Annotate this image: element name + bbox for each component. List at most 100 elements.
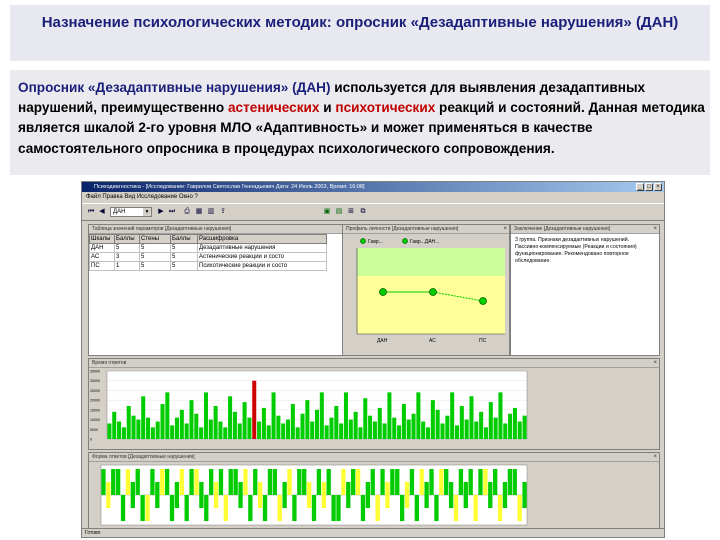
bar[interactable] <box>314 409 320 439</box>
answer-bar-yellow[interactable] <box>404 482 410 508</box>
answer-bar-yellow[interactable] <box>473 495 478 521</box>
bar[interactable] <box>112 411 117 439</box>
close-icon[interactable]: × <box>653 453 657 461</box>
answer-bar-yellow[interactable] <box>517 495 522 521</box>
prev-record-icon[interactable]: ◀ <box>97 207 107 217</box>
bar[interactable] <box>141 396 146 439</box>
answer-bar-green[interactable] <box>448 482 454 508</box>
answer-bar-yellow[interactable] <box>385 482 390 508</box>
answer-bar-green[interactable] <box>399 495 405 521</box>
profile-point-as[interactable] <box>429 288 437 296</box>
bar[interactable] <box>136 419 141 439</box>
green-chart-icon[interactable]: ▣ <box>322 207 332 217</box>
chart-icon[interactable]: ▥ <box>206 207 216 217</box>
bar[interactable] <box>286 419 291 439</box>
answer-bar-green[interactable] <box>155 482 160 508</box>
answer-bar-green[interactable] <box>493 469 498 495</box>
bar[interactable] <box>150 427 155 439</box>
bar[interactable] <box>334 405 339 439</box>
answer-bar-yellow[interactable] <box>483 469 488 495</box>
answer-bar-green[interactable] <box>370 469 375 495</box>
bar[interactable] <box>343 392 348 439</box>
answer-bar-yellow[interactable] <box>194 469 199 495</box>
answer-bar-yellow[interactable] <box>277 495 282 521</box>
export-icon[interactable]: ⇪ <box>218 207 228 217</box>
answer-bar-green[interactable] <box>311 495 317 521</box>
answer-bar-green[interactable] <box>331 495 336 521</box>
menu-bar[interactable]: Файл Правка Вид Исследование Окно ? <box>82 192 664 203</box>
bar[interactable] <box>416 392 421 439</box>
bar[interactable] <box>382 423 387 439</box>
answer-bar-green[interactable] <box>228 469 233 495</box>
bar-highlighted[interactable] <box>252 380 257 439</box>
bar[interactable] <box>397 425 402 439</box>
bar[interactable] <box>203 392 208 439</box>
close-icon[interactable]: × <box>653 225 657 233</box>
bar[interactable] <box>179 409 184 439</box>
answer-bar-green[interactable] <box>336 495 341 521</box>
bar[interactable] <box>117 421 122 439</box>
answer-bar-green[interactable] <box>272 469 277 495</box>
answer-bar-yellow[interactable] <box>453 495 459 521</box>
column-header[interactable]: Баллы <box>114 234 140 244</box>
bar[interactable] <box>160 404 165 439</box>
next-record-icon[interactable]: ▶ <box>156 207 166 217</box>
answer-bar-green[interactable] <box>409 469 415 495</box>
answer-bar-green[interactable] <box>253 469 258 495</box>
answer-bar-green[interactable] <box>512 469 517 495</box>
bar[interactable] <box>247 417 252 439</box>
bar[interactable] <box>300 413 305 439</box>
answer-bar-yellow[interactable] <box>223 495 229 521</box>
answer-bar-yellow[interactable] <box>341 469 346 495</box>
answer-bar-green[interactable] <box>302 469 307 495</box>
answer-bar-yellow[interactable] <box>257 482 263 508</box>
answer-bar-green[interactable] <box>189 469 194 495</box>
window-tile-icon[interactable]: ⊞ <box>346 207 356 217</box>
table-row[interactable]: ДАН 5 5 5 Дезадаптивные нарушения <box>89 243 327 253</box>
answer-bar-green[interactable] <box>316 469 322 495</box>
bar[interactable] <box>430 400 435 439</box>
answer-bar-green[interactable] <box>130 482 135 508</box>
bar[interactable] <box>170 425 175 439</box>
answer-bar-green[interactable] <box>199 482 204 508</box>
answer-bar-green[interactable] <box>140 495 145 521</box>
bar[interactable] <box>479 411 484 439</box>
bar[interactable] <box>194 413 199 439</box>
answer-bar-green[interactable] <box>429 469 434 495</box>
answer-bar-green[interactable] <box>390 469 395 495</box>
answer-bar-green[interactable] <box>135 469 140 495</box>
bar[interactable] <box>223 427 228 439</box>
bar[interactable] <box>305 400 310 439</box>
bar[interactable] <box>522 415 527 439</box>
answer-bar-yellow[interactable] <box>355 469 361 495</box>
answer-bar-green[interactable] <box>262 495 268 521</box>
bar[interactable] <box>353 411 358 439</box>
bar[interactable] <box>237 423 242 439</box>
bar[interactable] <box>517 421 522 439</box>
bar[interactable] <box>329 417 334 439</box>
answer-bar-green[interactable] <box>434 495 439 521</box>
close-icon[interactable]: × <box>653 359 657 367</box>
bar[interactable] <box>503 423 508 439</box>
answer-bar-green[interactable] <box>115 469 121 495</box>
bar[interactable] <box>498 392 503 439</box>
column-header[interactable]: Баллы <box>170 234 198 244</box>
bar[interactable] <box>232 411 237 439</box>
bar[interactable] <box>512 407 517 439</box>
bar[interactable] <box>295 427 300 439</box>
window-cascade-icon[interactable]: ⧉ <box>358 207 368 217</box>
bar[interactable] <box>339 423 344 439</box>
answer-bar-green[interactable] <box>444 469 449 495</box>
answer-bar-green[interactable] <box>233 469 238 495</box>
bar[interactable] <box>107 423 112 439</box>
bar[interactable] <box>121 427 126 439</box>
bar[interactable] <box>363 398 368 439</box>
bar[interactable] <box>281 423 286 439</box>
bar[interactable] <box>131 415 136 439</box>
answer-bar-yellow[interactable] <box>321 482 326 508</box>
answer-bar-green[interactable] <box>463 482 468 508</box>
answer-bar-yellow[interactable] <box>439 469 444 495</box>
profile-point-dan[interactable] <box>379 288 387 296</box>
table-row[interactable]: АС 3 5 5 Астенические реакции и состо <box>89 252 327 262</box>
bar[interactable] <box>290 404 295 439</box>
